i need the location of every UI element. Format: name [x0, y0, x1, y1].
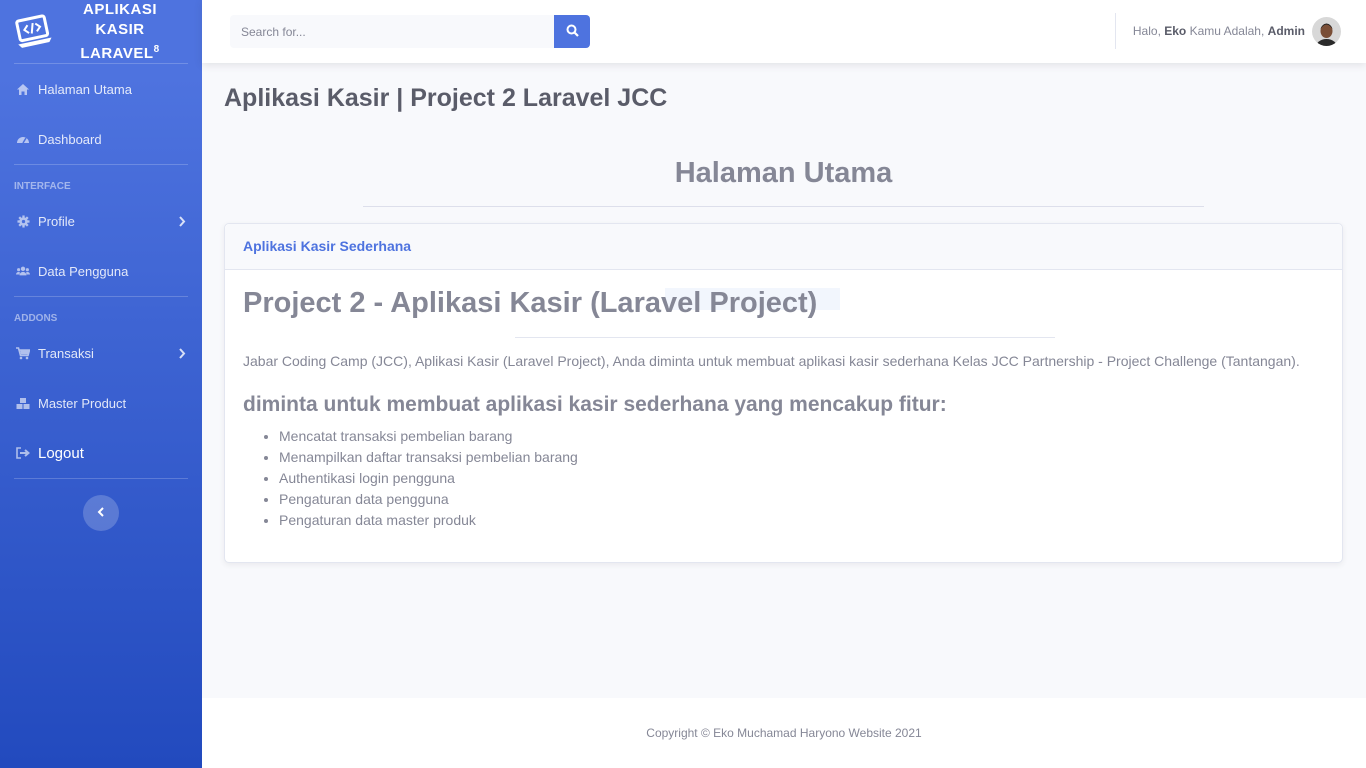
tachometer-icon	[16, 132, 30, 146]
cubes-icon	[16, 396, 30, 410]
home-icon	[16, 82, 30, 96]
brand-superscript: 8	[153, 43, 160, 55]
sidebar-item-label: Dashboard	[38, 131, 102, 147]
shopping-cart-icon	[16, 346, 30, 360]
search-form	[230, 15, 590, 48]
list-item: Mencatat transaksi pembelian barang	[279, 426, 578, 447]
card-divider	[515, 337, 1055, 338]
greeting-text: Halo,	[1132, 24, 1165, 38]
sidebar-item-logout[interactable]: Logout	[0, 428, 202, 478]
feature-list: Mencatat transaksi pembelian barang Mena…	[279, 426, 578, 531]
sidebar-item-dashboard[interactable]: Dashboard	[0, 114, 202, 164]
copyright-text: Copyright © Eko Muchamad Haryono Website…	[646, 726, 922, 740]
card-description: Jabar Coding Camp (JCC), Aplikasi Kasir …	[243, 353, 1300, 369]
section-title: Halaman Utama	[674, 157, 893, 189]
list-item: Menampilkan daftar transaksi pembelian b…	[279, 447, 578, 468]
sidebar-divider	[14, 478, 188, 479]
sidebar: APLIKASI KASIR LARAVEL8 Halaman Utama Da…	[0, 0, 202, 768]
chevron-left-icon	[97, 504, 105, 522]
sidebar-item-halaman-utama[interactable]: Halaman Utama	[0, 64, 202, 114]
code-laptop-icon	[14, 12, 54, 52]
sidebar-item-label: Logout	[38, 444, 84, 462]
chevron-right-icon	[178, 215, 186, 227]
sidebar-item-label: Master Product	[38, 395, 127, 411]
sidebar-item-master-product[interactable]: Master Product	[0, 378, 202, 428]
info-card: Aplikasi Kasir Sederhana Project 2 - Apl…	[224, 223, 1343, 563]
topbar-divider	[1115, 13, 1116, 49]
sidebar-item-label: Data Pengguna	[38, 263, 129, 279]
search-input[interactable]	[230, 15, 554, 48]
sidebar-item-data-pengguna[interactable]: Data Pengguna	[0, 246, 202, 296]
topbar: Halo, Eko Kamu Adalah, Admin	[202, 0, 1366, 63]
section-divider	[363, 206, 1204, 207]
brand-line-3: LARAVEL8	[70, 40, 170, 64]
users-icon	[16, 264, 30, 278]
user-role: Admin	[1267, 24, 1305, 38]
card-header: Aplikasi Kasir Sederhana	[225, 224, 1342, 270]
search-icon	[566, 24, 579, 40]
user-dropdown-toggle[interactable]: Halo, Eko Kamu Adalah, Admin	[1133, 24, 1305, 38]
list-item: Pengaturan data master produk	[279, 510, 578, 531]
list-item: Pengaturan data pengguna	[279, 489, 578, 510]
brand-line-3-text: LARAVEL	[80, 44, 154, 62]
avatar[interactable]	[1312, 17, 1341, 46]
sidebar-toggle-button[interactable]	[83, 495, 119, 531]
sidebar-brand[interactable]: APLIKASI KASIR LARAVEL8	[0, 0, 202, 63]
sidebar-item-label: Profile	[38, 213, 75, 229]
list-item: Authentikasi login pengguna	[279, 468, 578, 489]
brand-line-1: APLIKASI	[82, 0, 157, 18]
search-button[interactable]	[554, 15, 590, 48]
sidebar-item-transaksi[interactable]: Transaksi	[0, 328, 202, 378]
user-name: Eko	[1164, 24, 1187, 38]
card-subtitle: diminta untuk membuat aplikasi kasir sed…	[243, 393, 947, 416]
sign-out-icon	[16, 446, 30, 460]
page-title: Aplikasi Kasir | Project 2 Laravel JCC	[224, 84, 668, 112]
sidebar-heading-addons: ADDONS	[14, 313, 58, 324]
brand-title: APLIKASI KASIR LARAVEL8	[70, 0, 170, 64]
role-prefix-text: Kamu Adalah,	[1186, 24, 1268, 38]
footer: Copyright © Eko Muchamad Haryono Website…	[202, 698, 1366, 768]
sidebar-heading-interface: INTERFACE	[14, 181, 71, 192]
chevron-right-icon	[178, 347, 186, 359]
sidebar-item-label: Transaksi	[38, 345, 94, 361]
brand-line-2: KASIR	[95, 20, 145, 38]
sidebar-item-profile[interactable]: Profile	[0, 196, 202, 246]
card-title: Project 2 - Aplikasi Kasir (Laravel Proj…	[243, 287, 818, 319]
sidebar-item-label: Halaman Utama	[38, 81, 132, 97]
cog-icon	[16, 214, 30, 228]
